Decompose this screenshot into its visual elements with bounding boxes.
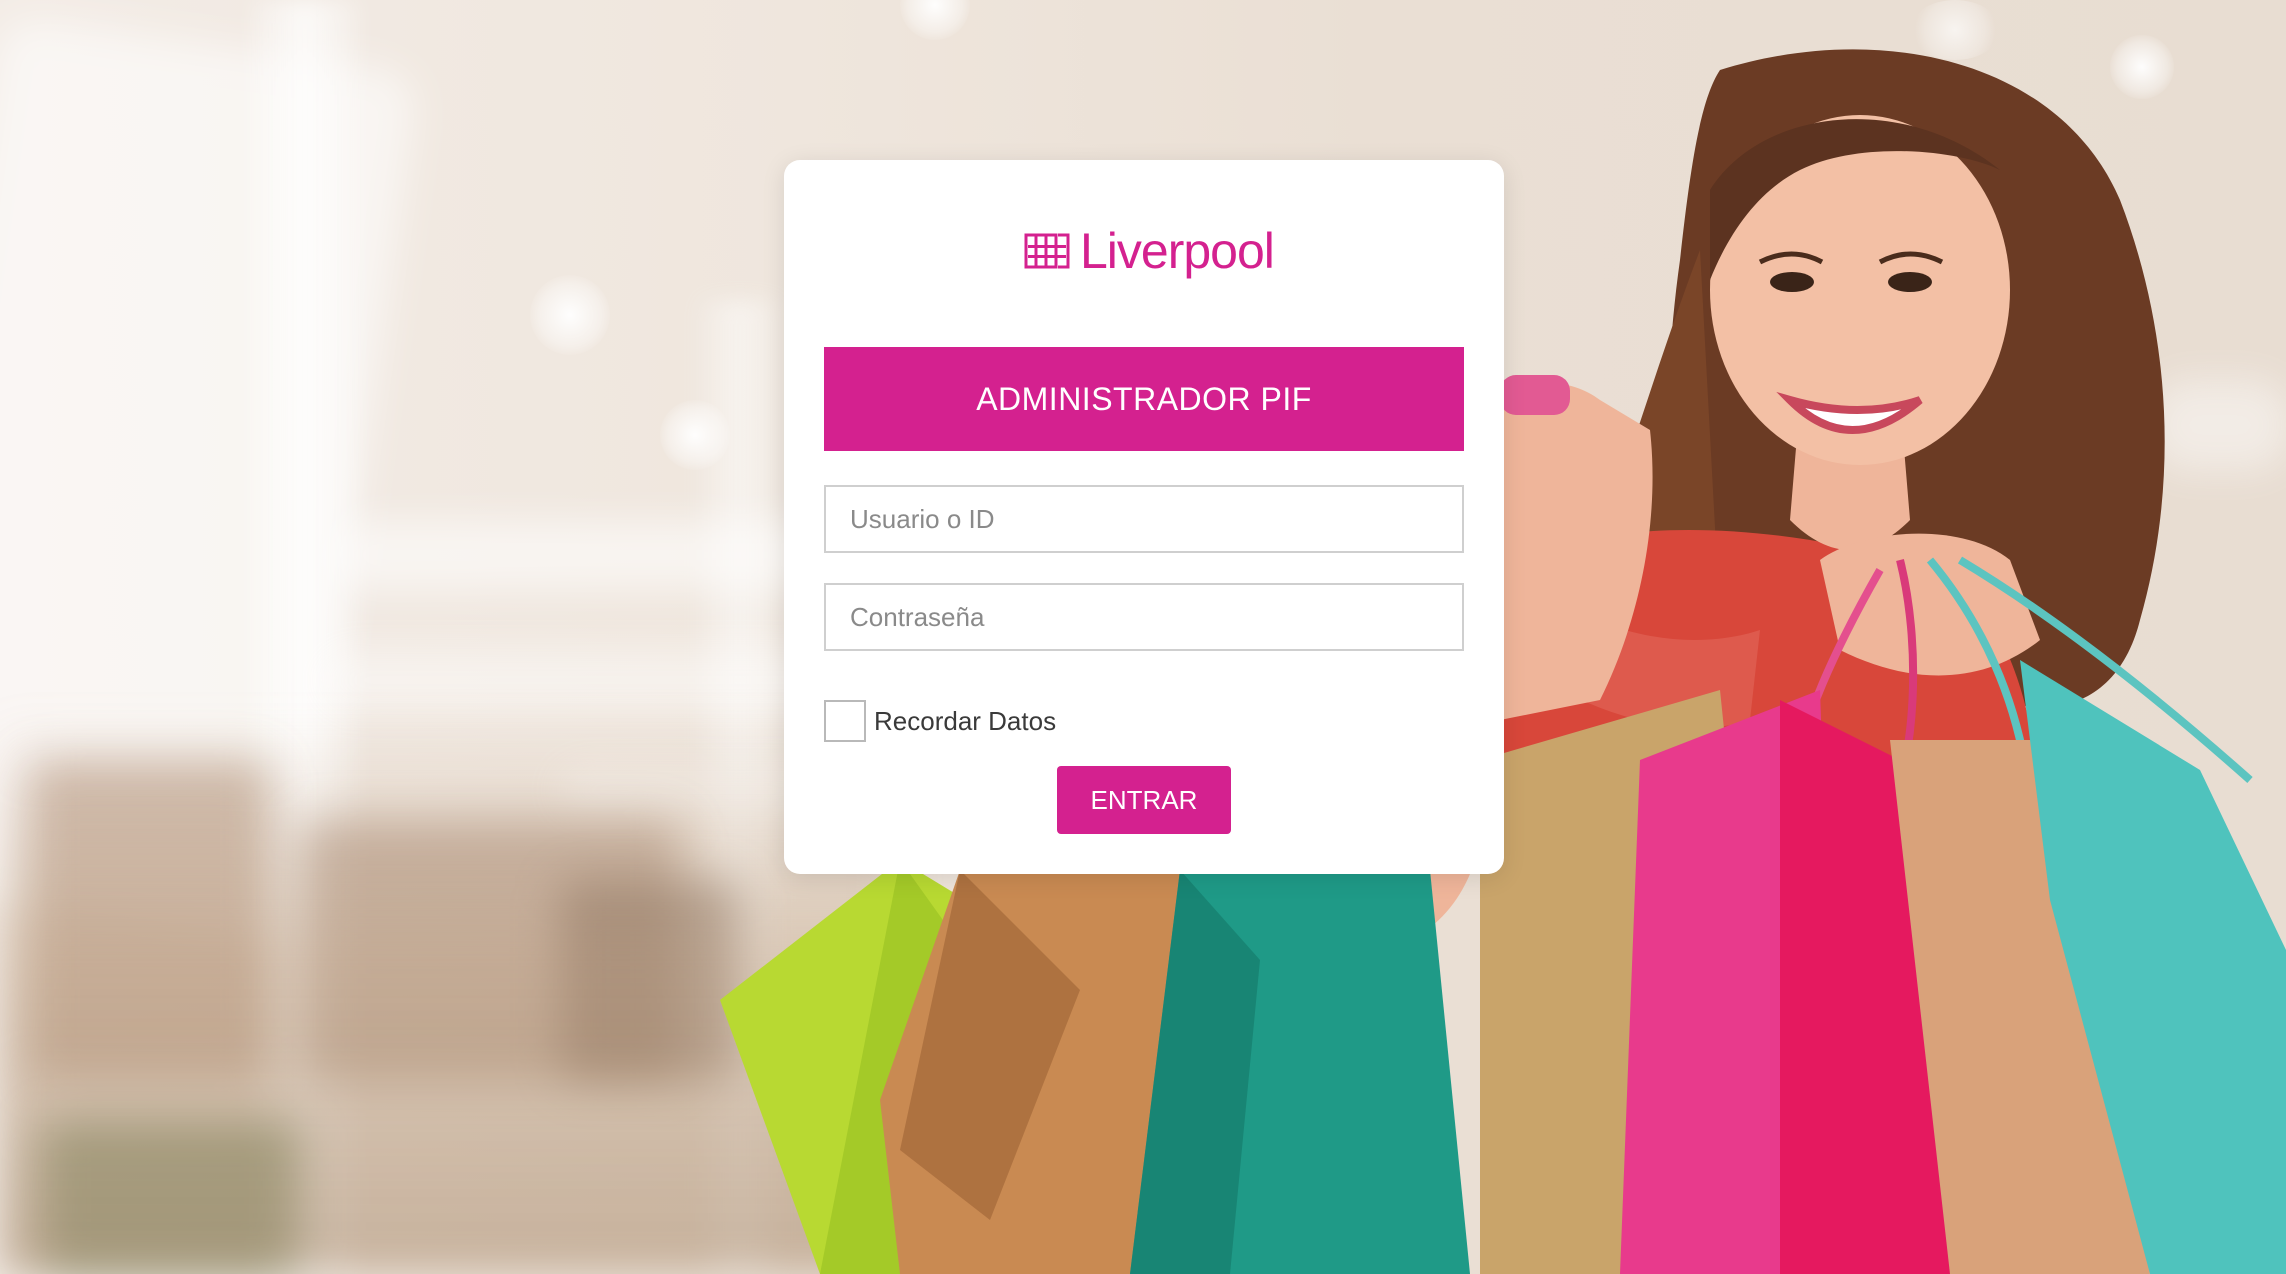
password-input[interactable]	[824, 583, 1464, 651]
login-page: Liverpool ADMINISTRADOR PIF Recordar Dat…	[0, 0, 2286, 1274]
username-input[interactable]	[824, 485, 1464, 553]
brand-name: Liverpool	[1080, 223, 1275, 279]
login-title: ADMINISTRADOR PIF	[976, 380, 1312, 417]
login-title-banner: ADMINISTRADOR PIF	[824, 347, 1464, 451]
liverpool-logo-icon	[1024, 233, 1070, 269]
login-card: Liverpool ADMINISTRADOR PIF Recordar Dat…	[784, 160, 1504, 874]
remember-me-row: Recordar Datos	[824, 700, 1056, 742]
remember-me-checkbox[interactable]	[824, 700, 866, 742]
login-submit-button[interactable]: ENTRAR	[1057, 766, 1231, 834]
brand-logo: Liverpool	[1024, 223, 1275, 279]
remember-me-label[interactable]: Recordar Datos	[874, 706, 1056, 737]
